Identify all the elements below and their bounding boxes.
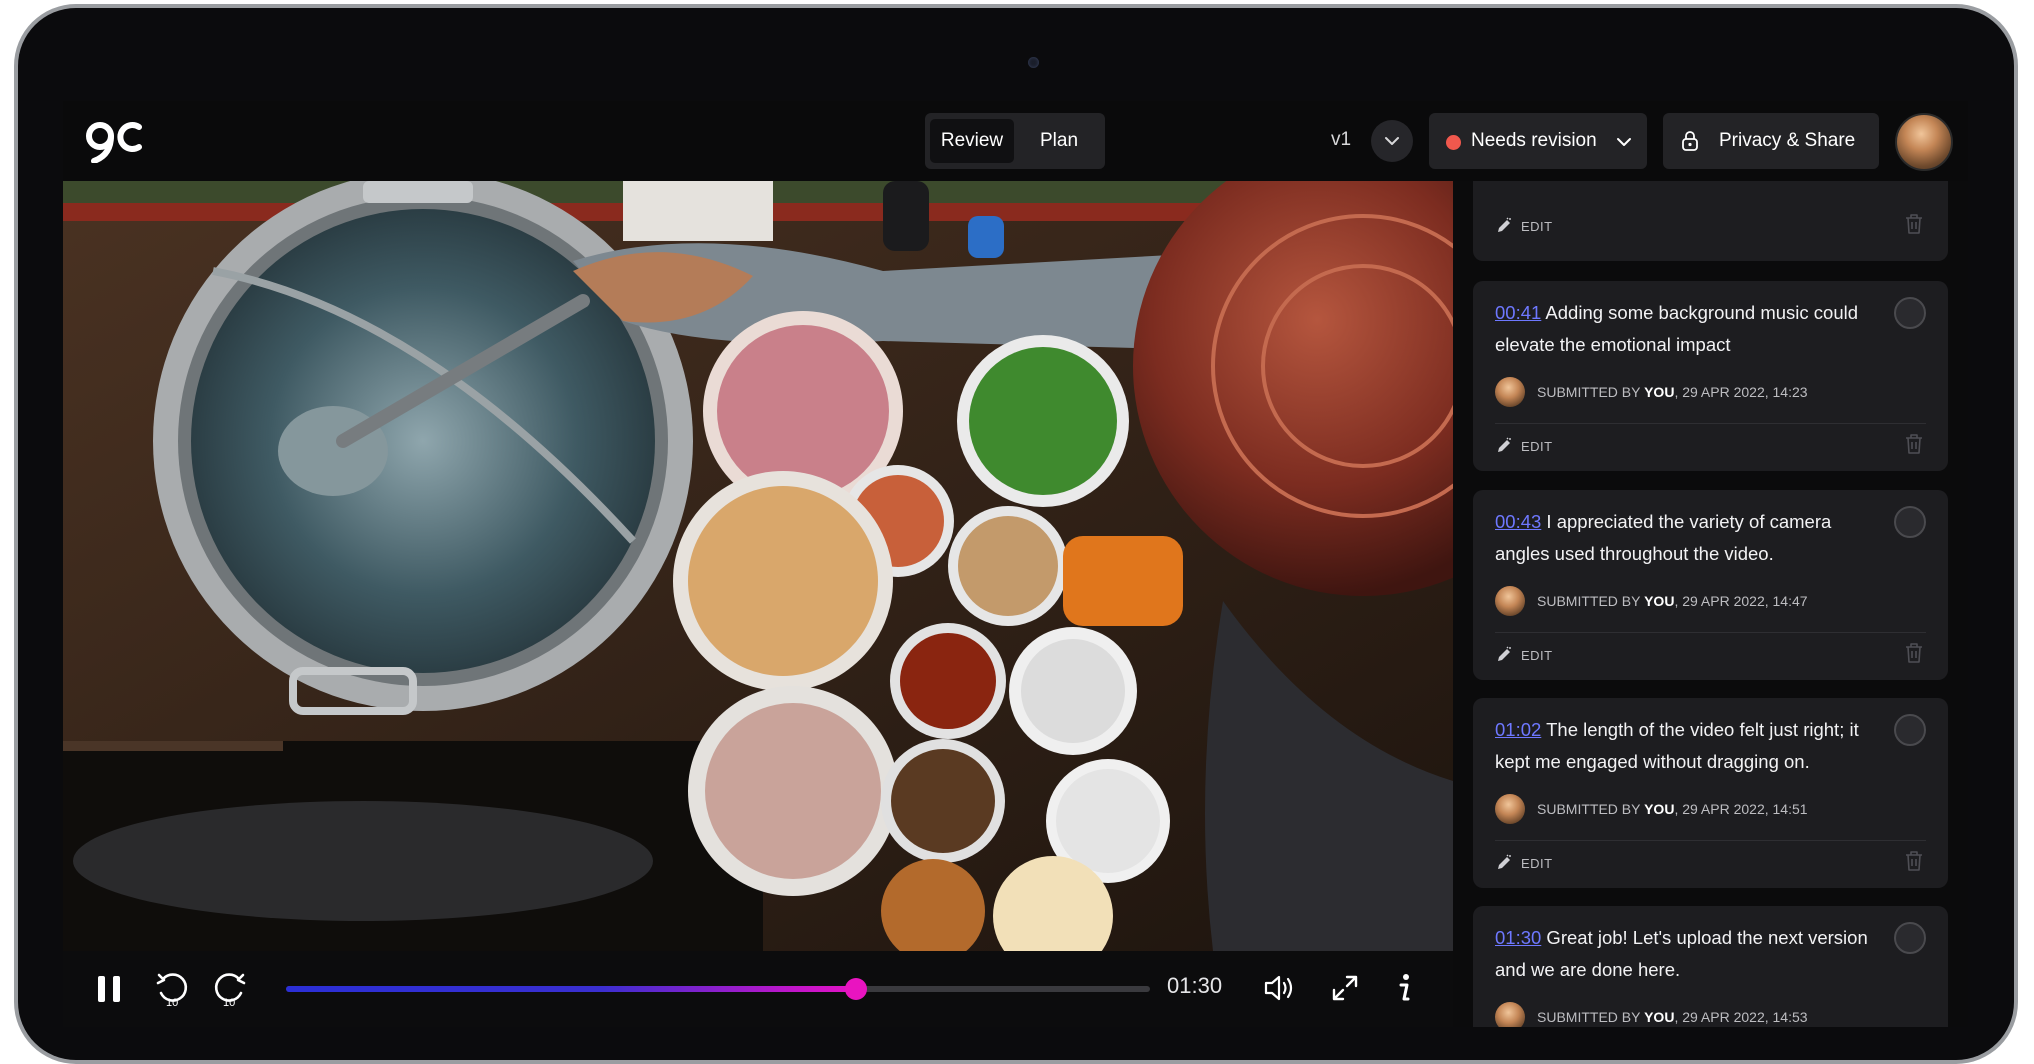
rewind-10-icon[interactable]: 10 bbox=[155, 969, 191, 1009]
submitted-date: , 29 APR 2022, 14:51 bbox=[1674, 801, 1808, 817]
divider bbox=[1495, 632, 1926, 633]
status-dropdown[interactable]: Needs revision bbox=[1429, 113, 1647, 169]
info-icon[interactable] bbox=[1395, 972, 1413, 1004]
video-still-image bbox=[63, 181, 1453, 951]
comment-card: 00:43 I appreciated the variety of camer… bbox=[1473, 490, 1948, 680]
comment-card: 01:30 Great job! Let's upload the next v… bbox=[1473, 906, 1948, 1027]
seek-bar-progress bbox=[286, 986, 857, 992]
comment-body: I appreciated the variety of camera angl… bbox=[1495, 511, 1832, 564]
submitted-by: SUBMITTED BY YOU, 29 APR 2022, 14:53 bbox=[1537, 1009, 1808, 1025]
logo bbox=[86, 122, 142, 163]
comment-timestamp-link[interactable]: 01:02 bbox=[1495, 719, 1541, 740]
user-avatar[interactable] bbox=[1895, 113, 1953, 171]
player-controls: 10 10 01:30 bbox=[63, 951, 1453, 1027]
resolve-checkbox[interactable] bbox=[1894, 714, 1926, 746]
submitted-by: SUBMITTED BY YOU, 29 APR 2022, 14:51 bbox=[1537, 801, 1808, 817]
rewind-seconds-label: 10 bbox=[166, 997, 178, 1009]
status-dot bbox=[1446, 135, 1461, 150]
submitted-by: SUBMITTED BY YOU, 29 APR 2022, 14:47 bbox=[1537, 593, 1808, 609]
camera-icon bbox=[1028, 57, 1039, 68]
edit-label: EDIT bbox=[1521, 439, 1553, 454]
divider bbox=[1495, 840, 1926, 841]
comment-text: 01:02 The length of the video felt just … bbox=[1495, 714, 1875, 778]
avatar bbox=[1495, 586, 1525, 616]
pencil-icon bbox=[1498, 217, 1511, 232]
submitted-date: , 29 APR 2022, 14:53 bbox=[1674, 1009, 1808, 1025]
pencil-icon bbox=[1498, 437, 1511, 452]
avatar bbox=[1495, 794, 1525, 824]
submitted-by-prefix: SUBMITTED BY bbox=[1537, 593, 1645, 609]
privacy-share-button[interactable]: Privacy & Share bbox=[1663, 113, 1879, 169]
forward-seconds-label: 10 bbox=[223, 997, 235, 1009]
avatar bbox=[1495, 1002, 1525, 1027]
seek-handle[interactable] bbox=[845, 978, 868, 1000]
tab-review[interactable]: Review bbox=[930, 119, 1014, 163]
comments-panel: EDIT 00:41 Adding some background music … bbox=[1453, 181, 1968, 1027]
comment-body: The length of the video felt just right;… bbox=[1495, 719, 1859, 772]
divider bbox=[1495, 423, 1926, 424]
comment-card: EDIT bbox=[1473, 181, 1948, 261]
fullscreen-icon[interactable] bbox=[1331, 974, 1359, 1002]
lock-icon bbox=[1682, 131, 1698, 151]
status-label: Needs revision bbox=[1471, 130, 1597, 151]
comment-timestamp-link[interactable]: 01:30 bbox=[1495, 927, 1541, 948]
video-frame[interactable] bbox=[63, 181, 1453, 951]
edit-label: EDIT bbox=[1521, 219, 1553, 234]
submitted-by-name: YOU bbox=[1644, 593, 1675, 609]
pencil-icon bbox=[1498, 646, 1511, 661]
submitted-by-name: YOU bbox=[1644, 801, 1675, 817]
comment-text: 00:43 I appreciated the variety of camer… bbox=[1495, 506, 1875, 570]
review-plan-switch: Review Plan bbox=[925, 113, 1105, 169]
tab-plan[interactable]: Plan bbox=[1021, 119, 1097, 163]
app-screen: Review Plan v1 Needs revision Privacy & … bbox=[63, 101, 1968, 1027]
comment-text: 00:41 Adding some background music could… bbox=[1495, 297, 1875, 361]
resolve-checkbox[interactable] bbox=[1894, 297, 1926, 329]
comment-timestamp-link[interactable]: 00:41 bbox=[1495, 302, 1541, 323]
resolve-checkbox[interactable] bbox=[1894, 922, 1926, 954]
submitted-by: SUBMITTED BY YOU, 29 APR 2022, 14:23 bbox=[1537, 384, 1808, 400]
version-dropdown-button[interactable] bbox=[1371, 120, 1413, 162]
version-label: v1 bbox=[1331, 129, 1352, 150]
top-bar: Review Plan v1 Needs revision Privacy & … bbox=[63, 101, 1968, 181]
pencil-icon bbox=[1498, 854, 1511, 869]
trash-icon[interactable] bbox=[1904, 850, 1924, 872]
comment-card: 00:41 Adding some background music could… bbox=[1473, 281, 1948, 471]
current-time: 01:30 bbox=[1167, 973, 1223, 998]
trash-icon[interactable] bbox=[1904, 642, 1924, 664]
submitted-date: , 29 APR 2022, 14:47 bbox=[1674, 593, 1808, 609]
seek-bar[interactable] bbox=[286, 978, 1150, 1000]
submitted-by-prefix: SUBMITTED BY bbox=[1537, 1009, 1645, 1025]
submitted-by-name: YOU bbox=[1644, 384, 1675, 400]
resolve-checkbox[interactable] bbox=[1894, 506, 1926, 538]
comment-timestamp-link[interactable]: 00:43 bbox=[1495, 511, 1541, 532]
chevron-down-icon bbox=[1385, 137, 1399, 145]
comment-body: Great job! Let's upload the next version… bbox=[1495, 927, 1868, 980]
trash-icon[interactable] bbox=[1904, 433, 1924, 455]
comment-body: Adding some background music could eleva… bbox=[1495, 302, 1859, 355]
privacy-share-label: Privacy & Share bbox=[1719, 130, 1856, 151]
edit-label: EDIT bbox=[1521, 856, 1553, 871]
submitted-by-name: YOU bbox=[1644, 1009, 1675, 1025]
edit-label: EDIT bbox=[1521, 648, 1553, 663]
submitted-date: , 29 APR 2022, 14:23 bbox=[1674, 384, 1808, 400]
pause-icon[interactable] bbox=[95, 973, 123, 1005]
volume-icon[interactable] bbox=[1263, 972, 1297, 1004]
trash-icon[interactable] bbox=[1904, 213, 1924, 235]
chevron-down-icon bbox=[1617, 138, 1631, 146]
forward-10-icon[interactable]: 10 bbox=[211, 969, 247, 1009]
comment-card: 01:02 The length of the video felt just … bbox=[1473, 698, 1948, 888]
submitted-by-prefix: SUBMITTED BY bbox=[1537, 801, 1645, 817]
submitted-by-prefix: SUBMITTED BY bbox=[1537, 384, 1645, 400]
avatar bbox=[1495, 377, 1525, 407]
comment-text: 01:30 Great job! Let's upload the next v… bbox=[1495, 922, 1875, 986]
